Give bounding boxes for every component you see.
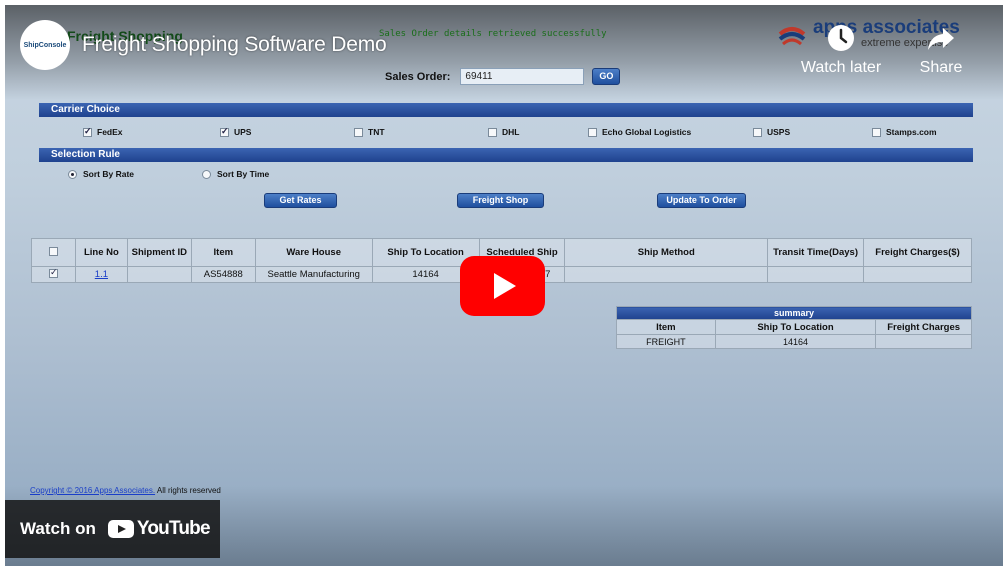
sales-order-input[interactable] [460, 68, 585, 85]
carrier-ups[interactable]: UPS [220, 126, 252, 137]
option-label: Sort By Rate [83, 169, 135, 179]
col-shipment-id: Shipment ID [126, 238, 192, 267]
sales-order-row: Sales Order: GO [385, 68, 621, 85]
col-warehouse: Ware House [254, 238, 373, 267]
line-no-link[interactable]: 1.1 [95, 269, 108, 280]
youtube-wordmark: YouTube [136, 518, 211, 539]
summary-header-row: Item Ship To Location Freight Charges [616, 319, 972, 335]
col-ship-method: Ship Method [564, 238, 769, 267]
line-no-cell: 1.1 [74, 266, 128, 283]
summary-col-ship-to: Ship To Location [714, 319, 877, 335]
table-row: FREIGHT 14164 [616, 334, 972, 349]
checkbox-icon[interactable] [48, 267, 58, 278]
radio-icon[interactable] [202, 169, 211, 179]
checkbox-icon[interactable] [753, 127, 762, 137]
row-select-cell[interactable] [31, 266, 76, 283]
copyright-text: All rights reserved [156, 486, 221, 495]
carrier-label: UPS [234, 127, 252, 137]
carrier-echo[interactable]: Echo Global Logistics [588, 127, 691, 137]
summary-title: summary [616, 306, 972, 320]
channel-avatar[interactable]: ShipConsole [20, 20, 70, 70]
summary-item-cell: FREIGHT [616, 334, 716, 349]
ship-method-cell [564, 266, 769, 283]
warehouse-cell: Seattle Manufacturing [254, 266, 373, 283]
carrier-label: Stamps.com [886, 127, 937, 137]
freight-charges-cell [863, 266, 972, 283]
selection-rule-header: Selection Rule [39, 148, 973, 162]
watch-later-label: Watch later [800, 59, 882, 76]
carrier-stamps[interactable]: Stamps.com [872, 127, 937, 137]
share-button[interactable]: Share [891, 23, 991, 77]
col-line-no: Line No [74, 238, 128, 267]
checkbox-icon[interactable] [872, 127, 881, 137]
col-item: Item [190, 238, 256, 267]
youtube-play-icon [107, 520, 134, 538]
option-label: Sort By Time [217, 169, 270, 179]
checkbox-icon[interactable] [83, 126, 92, 137]
item-cell: AS54888 [190, 266, 256, 283]
carrier-options: FedEx UPS TNT DHL Echo Global Logistics … [5, 126, 1003, 141]
checkbox-icon[interactable] [488, 127, 497, 137]
clock-icon [828, 25, 854, 51]
carrier-usps[interactable]: USPS [753, 127, 790, 137]
go-button[interactable]: GO [592, 68, 621, 85]
video-player[interactable]: Freight Shopping Sales Order details ret… [5, 5, 1003, 566]
summary-col-freight: Freight Charges [875, 319, 972, 335]
checkbox-icon[interactable] [48, 246, 58, 256]
share-arrow-icon [928, 28, 954, 50]
youtube-logo: YouTube [107, 518, 211, 540]
shipment-id-cell [126, 266, 192, 283]
status-message: Sales Order details retrieved successful… [379, 29, 607, 39]
select-all-cell[interactable] [31, 238, 76, 267]
sort-by-time-option[interactable]: Sort By Time [202, 169, 269, 179]
carrier-label: DHL [502, 127, 520, 137]
carrier-label: TNT [368, 127, 385, 137]
carrier-label: Echo Global Logistics [602, 127, 692, 137]
channel-name: ShipConsole [23, 41, 67, 49]
copyright: Copyright © 2016 Apps Associates. All ri… [30, 486, 221, 495]
checkbox-icon[interactable] [588, 127, 597, 137]
freight-shop-button[interactable]: Freight Shop [457, 193, 544, 208]
carrier-label: USPS [767, 127, 791, 137]
carrier-label: FedEx [97, 127, 123, 137]
carrier-dhl[interactable]: DHL [488, 127, 519, 137]
selection-options: Sort By Rate Sort By Time [5, 169, 1003, 183]
summary-freight-cell [875, 334, 972, 349]
copyright-link[interactable]: Copyright © 2016 Apps Associates. [30, 486, 155, 495]
video-title[interactable]: Freight Shopping Software Demo [82, 33, 387, 57]
watch-later-button[interactable]: Watch later [791, 23, 891, 77]
summary-ship-to-cell: 14164 [714, 334, 877, 349]
radio-icon[interactable] [68, 169, 77, 179]
sales-order-label: Sales Order: [385, 70, 451, 83]
transit-time-cell [767, 266, 865, 283]
checkbox-icon[interactable] [354, 127, 363, 137]
col-transit-time: Transit Time(Days) [767, 238, 865, 267]
share-label: Share [919, 59, 963, 76]
get-rates-button[interactable]: Get Rates [264, 193, 337, 208]
checkbox-icon[interactable] [220, 126, 229, 137]
summary-col-item: Item [616, 319, 716, 335]
carrier-choice-header: Carrier Choice [39, 103, 973, 117]
sort-by-rate-option[interactable]: Sort By Rate [68, 169, 134, 179]
play-button-icon[interactable] [460, 256, 545, 316]
watch-on-label: Watch on [20, 519, 96, 538]
carrier-fedex[interactable]: FedEx [83, 126, 123, 137]
carrier-tnt[interactable]: TNT [354, 127, 385, 137]
col-freight-charges: Freight Charges($) [863, 238, 972, 267]
summary-table: summary Item Ship To Location Freight Ch… [616, 306, 972, 349]
watch-on-youtube-button[interactable]: Watch on YouTube [5, 500, 220, 558]
update-to-order-button[interactable]: Update To Order [657, 193, 746, 208]
